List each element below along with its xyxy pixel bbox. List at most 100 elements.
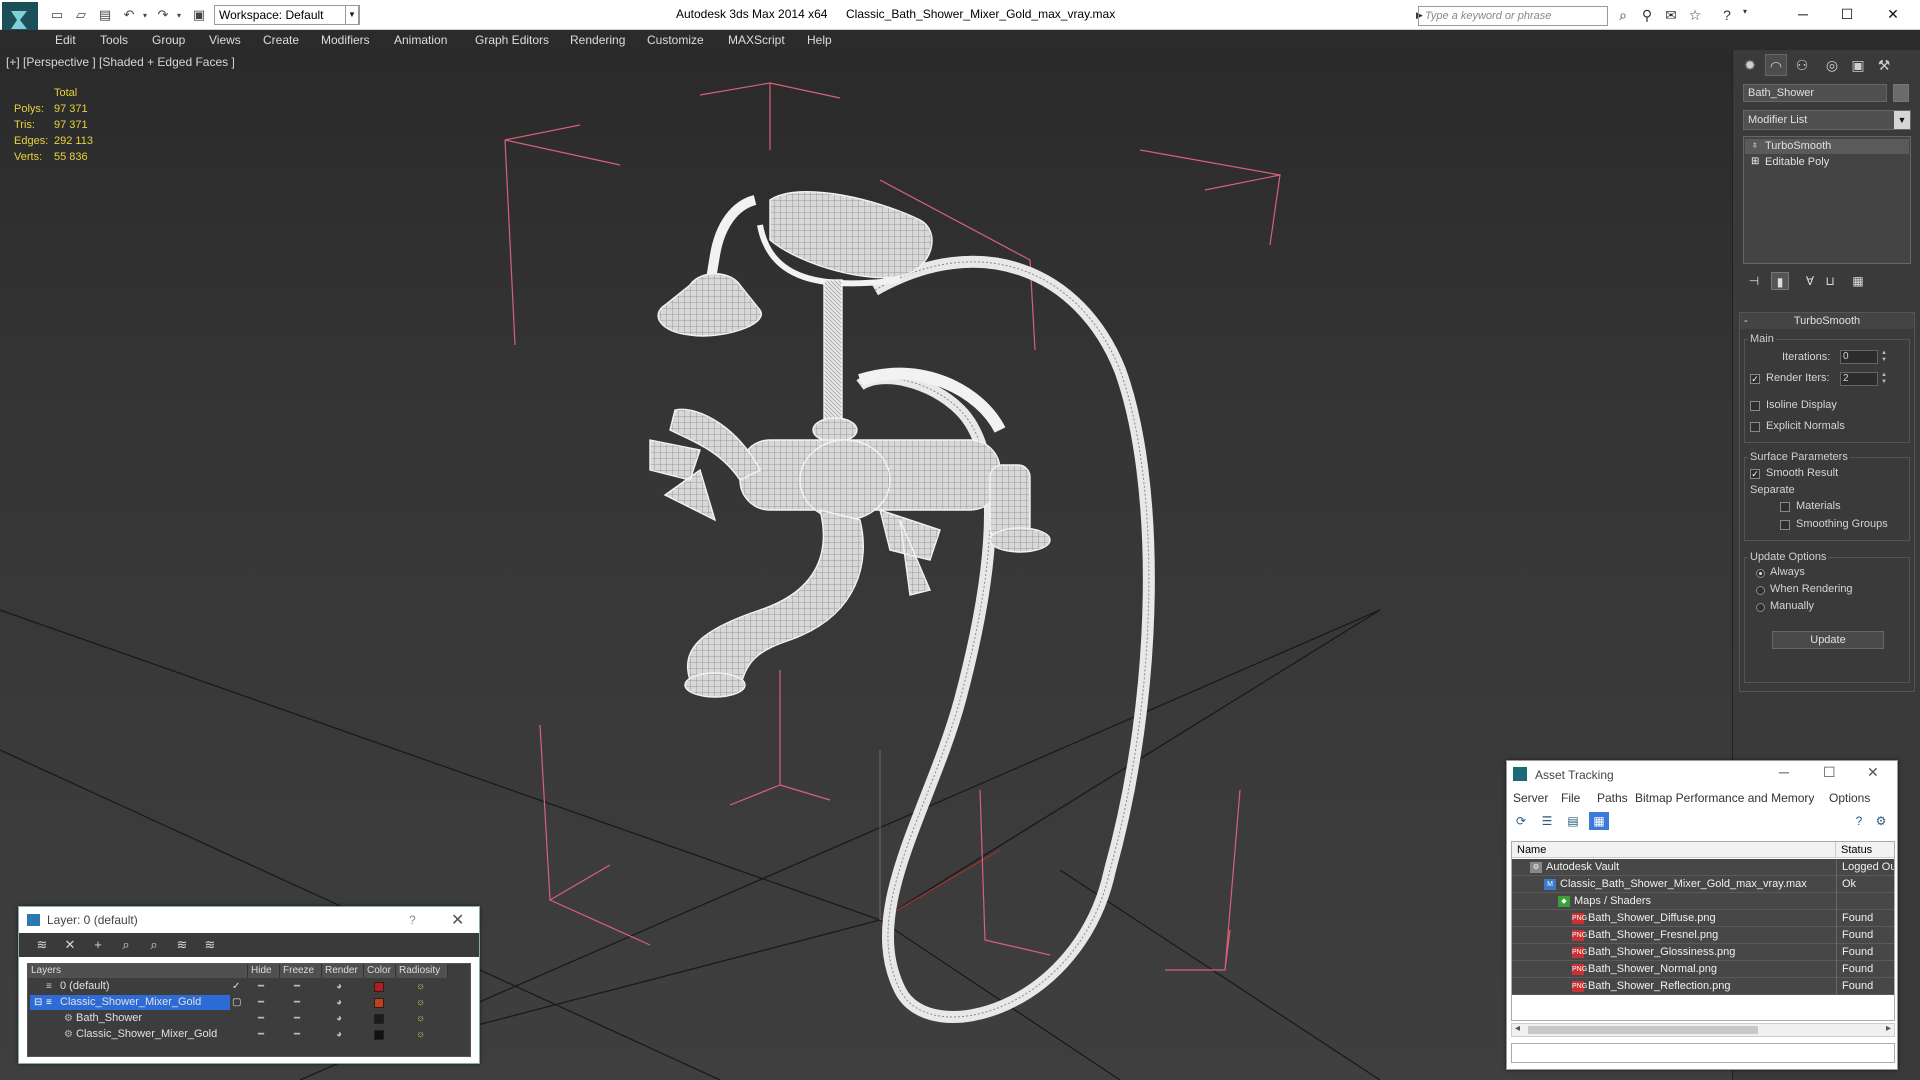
layer-row[interactable]: ⚙ Bath_Shower ━ ━ ◕ ☼	[28, 1011, 470, 1027]
render-teapot-icon[interactable]: ◕	[336, 1013, 342, 1024]
asset-tracking-titlebar[interactable]: Asset Tracking ─ ☐ ✕	[1507, 761, 1897, 787]
asset-menu-file[interactable]: File	[1561, 791, 1580, 805]
asset-settings-icon[interactable]: ⚙	[1871, 812, 1891, 830]
menu-help[interactable]: Help	[807, 33, 832, 47]
layer-row[interactable]: ⚙ Classic_Shower_Mixer_Gold ━ ━ ◕ ☼	[28, 1027, 470, 1043]
layer-window-titlebar[interactable]: Layer: 0 (default) ? ✕	[19, 907, 479, 933]
new-layer-icon[interactable]: ≋	[33, 936, 51, 954]
materials-checkbox[interactable]	[1780, 502, 1790, 512]
layer-active-box-icon[interactable]: ▢	[232, 997, 241, 1008]
workspace-select[interactable]: Workspace: Default	[214, 5, 360, 25]
asset-row[interactable]: ⚙ Autodesk Vault Logged Ou	[1512, 859, 1894, 876]
update-button[interactable]: Update	[1772, 631, 1884, 649]
close-button[interactable]: ✕	[1872, 3, 1914, 25]
expand-plus-icon[interactable]: ⊞	[1751, 157, 1760, 167]
project-folder-icon[interactable]: ▣	[190, 6, 208, 24]
smooth-result-checkbox[interactable]: ✓	[1750, 469, 1760, 479]
communication-icon[interactable]: ✉	[1662, 7, 1680, 25]
menu-create[interactable]: Create	[263, 33, 299, 47]
hide-toggle-icon[interactable]: ━	[258, 997, 264, 1008]
asset-menu-server[interactable]: Server	[1513, 791, 1548, 805]
spinner-arrows-icon[interactable]: ▲ ▼	[1880, 350, 1888, 364]
render-teapot-icon[interactable]: ◕	[336, 1029, 342, 1040]
detail-view-icon[interactable]: ▤	[1563, 812, 1583, 830]
stack-item-turbosmooth[interactable]: ♁ TurboSmooth	[1745, 139, 1909, 154]
undo-dropdown-icon[interactable]: ▾	[136, 6, 154, 24]
menu-customize[interactable]: Customize	[647, 33, 704, 47]
asset-row[interactable]: PNG Bath_Shower_Reflection.png Found	[1512, 978, 1894, 995]
asset-row[interactable]: ◆ Maps / Shaders	[1512, 893, 1894, 910]
save-icon[interactable]: ▤	[96, 6, 114, 24]
menu-group[interactable]: Group	[152, 33, 185, 47]
freeze-toggle-icon[interactable]: ━	[294, 1029, 300, 1040]
asset-row[interactable]: M Classic_Bath_Shower_Mixer_Gold_max_vray…	[1512, 876, 1894, 893]
modifier-stack[interactable]: ♁ TurboSmooth ⊞ Editable Poly	[1743, 136, 1911, 264]
show-end-result-icon[interactable]: ▮	[1771, 272, 1789, 290]
rollout-header[interactable]: - TurboSmooth	[1740, 313, 1914, 329]
display-tab-icon[interactable]: ▣	[1847, 54, 1869, 76]
asset-col-status[interactable]: Status	[1836, 842, 1894, 858]
freeze-toggle-icon[interactable]: ━	[294, 997, 300, 1008]
layer-help-button[interactable]: ?	[409, 913, 416, 927]
asset-help-icon[interactable]: ?	[1849, 812, 1869, 830]
configure-sets-icon[interactable]: ▦	[1849, 272, 1867, 290]
make-unique-icon[interactable]: ∀	[1801, 272, 1819, 290]
scroll-left-icon[interactable]: ◂	[1515, 1023, 1520, 1034]
workspace-dropdown-icon[interactable]: ▼	[345, 5, 359, 25]
hide-toggle-icon[interactable]: ━	[258, 981, 264, 992]
delete-layer-icon[interactable]: ✕	[61, 936, 79, 954]
asset-horizontal-scrollbar[interactable]: ◂ ▸	[1511, 1023, 1895, 1037]
lightbulb-icon[interactable]: ♁	[1751, 141, 1760, 151]
hide-toggle-icon[interactable]: ━	[258, 1029, 264, 1040]
col-layers[interactable]: Layers	[28, 964, 248, 978]
render-iters-checkbox[interactable]: ✓	[1750, 374, 1760, 384]
asset-menu-options[interactable]: Options	[1829, 791, 1870, 805]
create-tab-icon[interactable]: ✹	[1739, 54, 1761, 76]
favorites-star-icon[interactable]: ☆	[1686, 7, 1704, 25]
freeze-all-layers-icon[interactable]: ≋	[201, 936, 219, 954]
object-name-field[interactable]: Bath_Shower	[1743, 84, 1887, 102]
redo-dropdown-icon[interactable]: ▾	[170, 6, 188, 24]
help-dropdown-icon[interactable]: ▾	[1736, 7, 1754, 25]
col-render[interactable]: Render	[322, 964, 364, 978]
modifier-list-dropdown[interactable]: Modifier List ▼	[1743, 110, 1911, 130]
scrollbar-thumb[interactable]	[1528, 1026, 1758, 1034]
asset-menu-bitmap-performance[interactable]: Bitmap Performance and Memory	[1635, 791, 1814, 805]
menu-tools[interactable]: Tools	[100, 33, 128, 47]
pin-stack-icon[interactable]: ⊣	[1745, 272, 1763, 290]
layer-color-swatch[interactable]	[374, 1030, 384, 1040]
render-teapot-icon[interactable]: ◕	[336, 997, 342, 1008]
minimize-button[interactable]: ─	[1782, 3, 1824, 25]
subscription-icon[interactable]: ⚲	[1638, 7, 1656, 25]
asset-maximize-button[interactable]: ☐	[1823, 764, 1836, 781]
collapse-icon[interactable]: ⊟	[34, 997, 42, 1008]
col-color[interactable]: Color	[364, 964, 396, 978]
asset-row[interactable]: PNG Bath_Shower_Glossiness.png Found	[1512, 944, 1894, 961]
update-manually-radio[interactable]	[1756, 603, 1765, 612]
menu-maxscript[interactable]: MAXScript	[728, 33, 785, 47]
viewport-label[interactable]: [+] [Perspective ] [Shaded + Edged Faces…	[6, 55, 235, 69]
radiosity-icon[interactable]: ☼	[416, 997, 425, 1008]
col-freeze[interactable]: Freeze	[280, 964, 322, 978]
asset-row[interactable]: PNG Bath_Shower_Normal.png Found	[1512, 961, 1894, 978]
list-view-icon[interactable]: ☰	[1537, 812, 1557, 830]
menu-graph-editors[interactable]: Graph Editors	[475, 33, 549, 47]
refresh-icon[interactable]: ⟳	[1511, 812, 1531, 830]
active-layer-check-icon[interactable]: ✓	[232, 981, 240, 992]
layer-row[interactable]: ≡ 0 (default) ✓ ━ ━ ◕ ☼	[28, 979, 470, 995]
asset-row[interactable]: PNG Bath_Shower_Fresnel.png Found	[1512, 927, 1894, 944]
hide-all-layers-icon[interactable]: ≋	[173, 936, 191, 954]
remove-modifier-icon[interactable]: ⊔	[1821, 272, 1839, 290]
explicit-normals-checkbox[interactable]	[1750, 422, 1760, 432]
render-iters-spinner[interactable]: 2	[1840, 372, 1878, 386]
add-to-layer-icon[interactable]: +	[89, 936, 107, 954]
scroll-right-icon[interactable]: ▸	[1886, 1023, 1891, 1034]
highlight-layer-icon[interactable]: ⌕	[145, 936, 163, 954]
layer-close-button[interactable]: ✕	[451, 910, 464, 930]
update-always-radio[interactable]	[1756, 569, 1765, 578]
radiosity-icon[interactable]: ☼	[416, 981, 425, 992]
asset-col-name[interactable]: Name	[1512, 842, 1836, 858]
binoculars-icon[interactable]: ⌕	[1614, 7, 1632, 25]
layer-row[interactable]: ⊟ ≡ Classic_Shower_Mixer_Gold ▢ ━ ━ ◕ ☼	[28, 995, 470, 1011]
spinner-arrows-icon[interactable]: ▲ ▼	[1880, 372, 1888, 386]
